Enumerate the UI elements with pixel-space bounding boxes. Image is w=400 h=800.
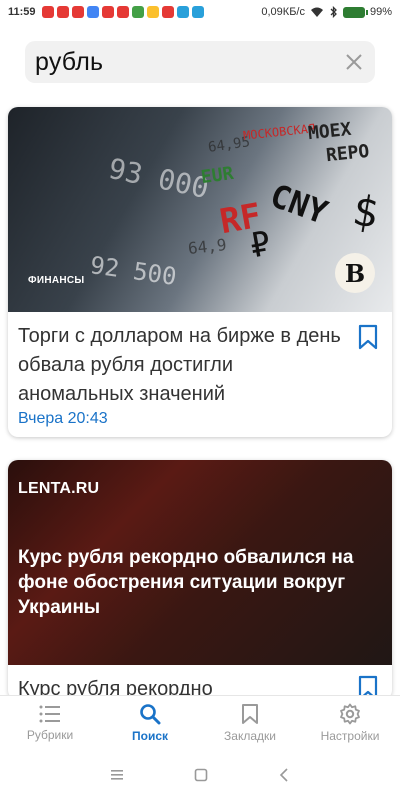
- bottom-navigation: Рубрики Поиск Закладки Настройки: [0, 695, 400, 750]
- nav-item-bookmarks[interactable]: Закладки: [200, 703, 300, 743]
- youtube-icon: [161, 6, 174, 18]
- bookmark-icon: [242, 704, 258, 724]
- google-icon: [86, 6, 99, 18]
- article-image-title[interactable]: Курс рубля рекордно обвалился на фоне об…: [18, 545, 368, 620]
- bluetooth-icon: [330, 6, 337, 18]
- status-bar: 11:59 0,09КБ/с 99%: [0, 0, 400, 24]
- image-text: RF: [216, 195, 265, 243]
- image-text: 92 500: [88, 251, 179, 291]
- nav-label: Рубрики: [26, 728, 74, 742]
- mail-icon: [71, 6, 84, 18]
- image-text: REPO: [325, 140, 371, 167]
- gear-icon: [340, 703, 360, 725]
- image-text: 93 000: [105, 151, 212, 206]
- telegram-icon: [191, 6, 204, 18]
- menu-icon[interactable]: [110, 769, 124, 781]
- search-icon: [140, 704, 161, 725]
- image-text: MOEX: [307, 118, 353, 145]
- youtube-icon: [101, 6, 114, 18]
- nav-item-settings[interactable]: Настройки: [300, 703, 400, 743]
- image-text: 64,9: [187, 235, 228, 258]
- article-image[interactable]: 93 000 92 500 64,95 64,9 МОСКОВСКАЯ MOEX…: [8, 107, 392, 312]
- nav-label: Настройки: [320, 729, 380, 743]
- bookmark-icon[interactable]: [358, 324, 378, 350]
- store-icon: [131, 6, 144, 18]
- article-title[interactable]: Торги с долларом на бирже в день обвала …: [18, 322, 343, 409]
- wifi-icon: [310, 7, 323, 17]
- home-icon[interactable]: [194, 768, 208, 782]
- status-right: 0,09КБ/с 99%: [261, 6, 392, 18]
- image-text: EUR: [199, 162, 235, 189]
- nav-label: Поиск: [131, 729, 168, 743]
- youtube-icon: [56, 6, 69, 18]
- status-time: 11:59: [8, 6, 36, 18]
- article-image[interactable]: LENTA.RU Курс рубля рекордно обвалился н…: [8, 460, 392, 665]
- article-body[interactable]: Торги с долларом на бирже в день обвала …: [8, 312, 392, 428]
- status-left: 11:59: [8, 6, 204, 18]
- article-time: Вчера 20:43: [18, 410, 108, 427]
- system-navigation: [0, 750, 400, 800]
- nav-label: Закладки: [224, 729, 276, 743]
- youtube-icon: [41, 6, 54, 18]
- battery-icon: [342, 6, 368, 18]
- battery-percent: 99%: [369, 6, 392, 18]
- source-logo: LENTA.RU: [18, 480, 100, 497]
- article-card[interactable]: LENTA.RU Курс рубля рекордно обвалился н…: [8, 460, 392, 700]
- nav-item-rubrics[interactable]: Рубрики: [0, 704, 100, 742]
- network-speed: 0,09КБ/с: [261, 6, 305, 18]
- image-text: МОСКОВСКАЯ: [242, 121, 316, 143]
- nav-item-search[interactable]: Поиск: [100, 703, 200, 743]
- image-text: $: [348, 185, 383, 238]
- search-bar[interactable]: рубль: [25, 41, 375, 83]
- list-icon: [39, 705, 60, 723]
- youtube-icon: [116, 6, 129, 18]
- gallery-icon: [146, 6, 159, 18]
- close-icon[interactable]: [343, 51, 365, 73]
- search-input[interactable]: рубль: [35, 48, 343, 77]
- category-tag: ФИНАНСЫ: [28, 275, 85, 286]
- source-logo: B: [335, 253, 375, 293]
- article-card[interactable]: 93 000 92 500 64,95 64,9 МОСКОВСКАЯ MOEX…: [8, 107, 392, 437]
- image-text: CNY: [265, 176, 333, 232]
- telegram-icon: [176, 6, 189, 18]
- back-icon[interactable]: [278, 768, 290, 782]
